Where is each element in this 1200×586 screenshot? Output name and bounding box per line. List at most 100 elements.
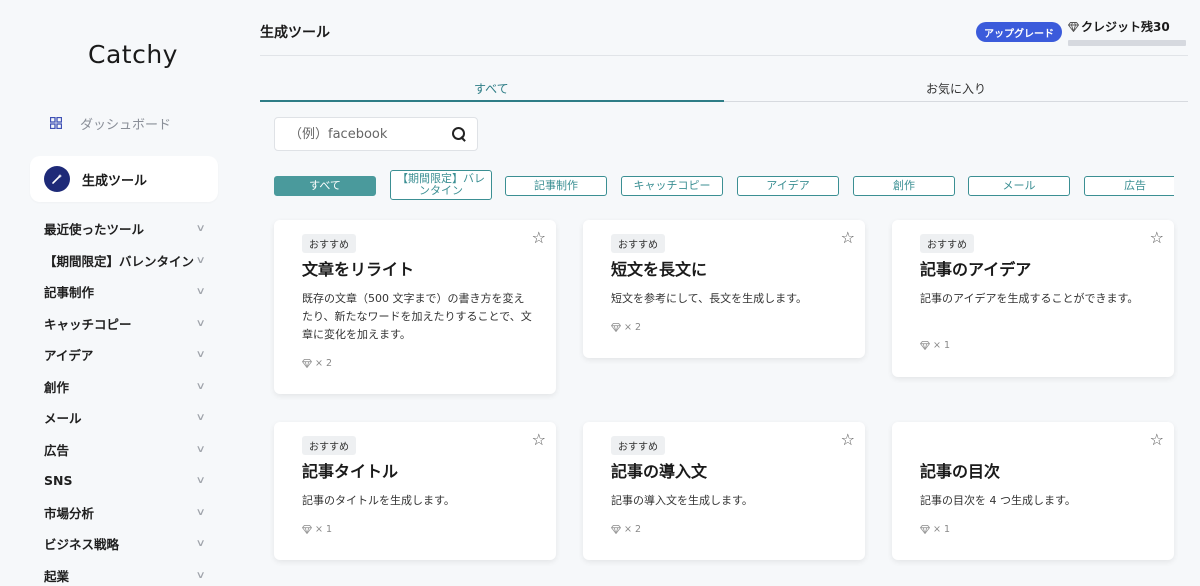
sidebar-category[interactable]: キャッチコピー ∨ — [44, 308, 205, 340]
card-cost-value: × 2 — [315, 358, 333, 369]
star-icon[interactable]: ☆ — [532, 228, 546, 247]
card-cost-value: × 1 — [933, 524, 951, 535]
card-cost: × 1 — [920, 524, 950, 535]
tool-card[interactable]: おすすめ ☆ 記事の導入文 記事の導入文を生成します。 × 2 — [583, 422, 865, 560]
credit-bar — [1068, 40, 1186, 46]
sidebar-category[interactable]: SNS ∨ — [44, 465, 205, 497]
diamond-icon — [611, 525, 621, 534]
card-title: 記事の導入文 — [611, 462, 708, 481]
chip-mail[interactable]: メール — [968, 176, 1070, 196]
chevron-down-icon: ∨ — [195, 254, 206, 266]
recommended-badge: おすすめ — [302, 436, 356, 455]
category-label: メール — [44, 411, 82, 427]
credit-label: クレジット残30 — [1081, 20, 1170, 34]
tool-card[interactable]: おすすめ ☆ 記事タイトル 記事のタイトルを生成します。 × 1 — [274, 422, 556, 560]
star-icon[interactable]: ☆ — [532, 430, 546, 449]
chip-idea[interactable]: アイデア — [737, 176, 839, 196]
chevron-down-icon: ∨ — [195, 380, 206, 392]
chevron-down-icon: ∨ — [195, 443, 206, 455]
chip-ad[interactable]: 広告 — [1084, 176, 1174, 196]
card-cost: × 2 — [611, 524, 641, 535]
card-description: 記事の導入文を生成します。 — [611, 494, 753, 507]
chip-all[interactable]: すべて — [274, 176, 376, 196]
chevron-down-icon: ∨ — [195, 569, 206, 581]
card-description: 記事のタイトルを生成します。 — [302, 494, 455, 507]
search-icon[interactable] — [451, 126, 467, 142]
diamond-icon — [611, 323, 621, 332]
tool-card[interactable]: おすすめ ☆ 文章をリライト 既存の文章（500 文字まで）の書き方を変えたり、… — [274, 220, 556, 394]
sidebar-category[interactable]: 創作 ∨ — [44, 371, 206, 403]
sidebar-category[interactable]: アイデア ∨ — [44, 339, 206, 371]
star-icon[interactable]: ☆ — [841, 430, 855, 449]
star-icon[interactable]: ☆ — [841, 228, 855, 247]
sidebar-category[interactable]: メール ∨ — [44, 402, 206, 434]
category-label: キャッチコピー — [44, 316, 132, 332]
card-description: 記事の目次を 4 つ生成します。 — [920, 494, 1076, 507]
tool-card[interactable]: ☆ 記事の目次 記事の目次を 4 つ生成します。 × 1 — [892, 422, 1174, 560]
card-title: 記事のアイデア — [920, 260, 1032, 279]
sidebar-category[interactable]: 記事制作 ∨ — [44, 276, 206, 308]
chip-catchcopy[interactable]: キャッチコピー — [621, 176, 723, 196]
sidebar-category[interactable]: 起業 ∨ — [44, 560, 206, 586]
category-label: 広告 — [44, 442, 70, 458]
upgrade-button[interactable]: アップグレード — [976, 22, 1062, 42]
chip-article[interactable]: 記事制作 — [505, 176, 607, 196]
nav-generation-tools-label: 生成ツール — [82, 173, 148, 189]
sidebar-category[interactable]: 広告 ∨ — [44, 434, 206, 466]
card-cost-value: × 2 — [624, 524, 642, 535]
sidebar-category[interactable]: 市場分析 ∨ — [44, 497, 206, 529]
diamond-icon — [920, 525, 930, 534]
app-logo[interactable]: Catchy — [88, 40, 178, 69]
category-list: 最近使ったツール ∨ 【期間限定】バレンタイン ∨ 記事制作 ∨ キャッチコピー ∨ ア… — [44, 213, 206, 586]
chevron-down-icon: ∨ — [195, 286, 206, 298]
tab-all[interactable]: すべて — [474, 80, 509, 97]
page-title: 生成ツール — [260, 25, 330, 41]
sidebar-category[interactable]: 【期間限定】バレンタイン ∨ — [44, 245, 206, 277]
card-description: 短文を参考にして、長文を生成します。 — [611, 292, 808, 305]
card-title: 短文を長文に — [611, 260, 708, 279]
card-cost-value: × 1 — [315, 524, 333, 535]
diamond-icon — [302, 525, 312, 534]
category-label: 創作 — [44, 379, 70, 395]
chevron-down-icon: ∨ — [195, 506, 206, 518]
card-cost-value: × 1 — [933, 340, 951, 351]
magic-wand-icon — [44, 166, 70, 192]
recommended-badge: おすすめ — [302, 234, 356, 253]
card-cost: × 1 — [920, 340, 950, 351]
category-label: アイデア — [44, 348, 94, 364]
card-title: 文章をリライト — [302, 260, 415, 279]
nav-dashboard[interactable]: ダッシュボード — [46, 110, 171, 136]
card-title: 記事の目次 — [920, 462, 1001, 481]
card-title: 記事タイトル — [302, 462, 399, 481]
category-label: ビジネス戦略 — [44, 537, 120, 553]
chip-valentine[interactable]: 【期間限定】バレンタイン — [390, 170, 492, 200]
category-filter-chips: すべて 【期間限定】バレンタイン 記事制作 キャッチコピー アイデア 創作 メー… — [274, 170, 1174, 202]
tool-card[interactable]: おすすめ ☆ 短文を長文に 短文を参考にして、長文を生成します。 × 2 — [583, 220, 865, 358]
category-label: SNS — [44, 473, 73, 489]
sidebar: Catchy ダッシュボード 生成ツール 最近使ったツール ∨ 【期間限定】バレン… — [0, 0, 240, 586]
category-label: 起業 — [44, 568, 70, 584]
card-cost-value: × 2 — [624, 322, 642, 333]
nav-generation-tools[interactable]: 生成ツール — [30, 156, 218, 202]
tool-card[interactable]: おすすめ ☆ 記事のアイデア 記事のアイデアを生成することができます。 × 1 — [892, 220, 1174, 377]
card-cost: × 2 — [302, 358, 332, 369]
category-label: 市場分析 — [44, 505, 95, 521]
sidebar-category[interactable]: ビジネス戦略 ∨ — [44, 528, 206, 560]
chevron-down-icon: ∨ — [195, 412, 206, 424]
chevron-down-icon: ∨ — [195, 223, 206, 235]
chip-creative[interactable]: 創作 — [853, 176, 955, 196]
search-box — [274, 117, 478, 151]
chevron-down-icon: ∨ — [195, 349, 206, 361]
star-icon[interactable]: ☆ — [1150, 430, 1164, 449]
card-description: 記事のアイデアを生成することができます。 — [920, 292, 1139, 305]
category-label: 最近使ったツール — [44, 222, 145, 238]
chevron-down-icon: ∨ — [195, 538, 206, 550]
card-cost: × 2 — [611, 322, 641, 333]
star-icon[interactable]: ☆ — [1150, 228, 1164, 247]
recommended-badge: おすすめ — [611, 234, 665, 253]
header-divider — [260, 55, 1188, 56]
search-input[interactable] — [289, 126, 449, 142]
sidebar-category[interactable]: 最近使ったツール ∨ — [44, 213, 206, 245]
tab-favorites[interactable]: お気に入り — [926, 80, 986, 97]
recommended-badge: おすすめ — [611, 436, 665, 455]
